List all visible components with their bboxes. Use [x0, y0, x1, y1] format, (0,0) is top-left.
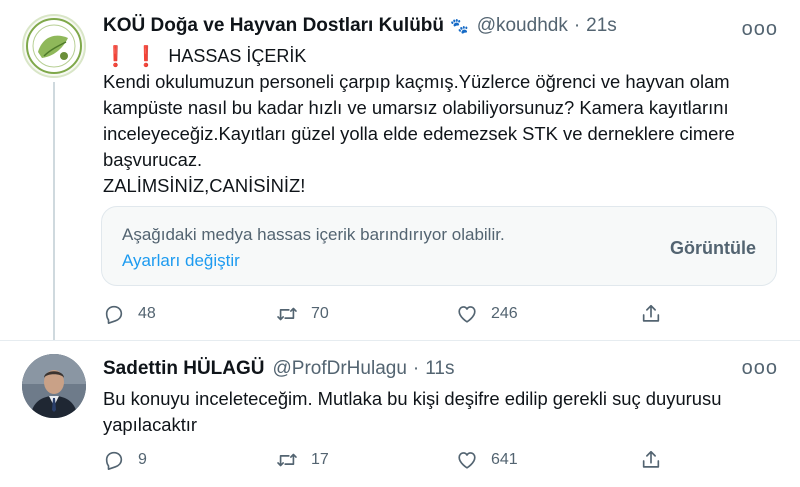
- paw-emoji: 🐾: [450, 18, 469, 35]
- retweet-count: 17: [311, 451, 329, 468]
- like-count: 641: [491, 451, 518, 468]
- tweet-header: Sadettin HÜLAGÜ @ProfDrHulagu · 11s: [103, 355, 770, 383]
- text-line: başvurucaz.: [103, 149, 203, 170]
- retweet-button[interactable]: 70: [276, 300, 329, 328]
- sensitive-warning: ❗ ❗ HASSAS İÇERİK: [103, 44, 306, 69]
- avatar[interactable]: [22, 354, 86, 418]
- reply-icon: [105, 305, 123, 324]
- retweet-button[interactable]: 17: [276, 446, 329, 474]
- heart-icon: [458, 452, 476, 469]
- text-line: yapılacaktır: [103, 414, 198, 435]
- reply-icon: [105, 451, 123, 470]
- media-warning-text: Aşağıdaki medya hassas içerik barındırıy…: [122, 225, 505, 244]
- action-bar: 48 70 246: [103, 300, 683, 328]
- more-options-icon[interactable]: ooo: [742, 18, 778, 41]
- thread-line: [53, 82, 55, 340]
- tweet[interactable]: KOÜ Doğa ve Hayvan Dostları Kulübü 🐾 @ko…: [0, 0, 800, 340]
- share-icon: [642, 304, 660, 322]
- retweet-icon: [277, 453, 297, 467]
- view-button[interactable]: Görüntüle: [670, 238, 756, 259]
- change-settings-link[interactable]: Ayarları değiştir: [122, 251, 240, 271]
- profile-photo-icon: [22, 354, 86, 418]
- user-handle[interactable]: @ProfDrHulagu: [273, 358, 407, 380]
- reply-button[interactable]: 48: [103, 300, 156, 328]
- tweet-text: Kendi okulumuzun personeli çarpıp kaçmış…: [103, 69, 783, 199]
- share-button[interactable]: [640, 300, 662, 328]
- action-bar: 9 17 641: [103, 446, 683, 474]
- share-icon: [642, 450, 660, 468]
- separator-dot: ·: [573, 15, 581, 36]
- sensitive-label: HASSAS İÇERİK: [168, 46, 307, 66]
- retweet-icon: [277, 307, 297, 321]
- display-name[interactable]: KOÜ Doğa ve Hayvan Dostları Kulübü: [103, 15, 444, 37]
- avatar[interactable]: [22, 14, 86, 78]
- reply-button[interactable]: 9: [103, 446, 147, 474]
- sensitive-media-box: Aşağıdaki medya hassas içerik barındırıy…: [101, 206, 777, 286]
- timestamp[interactable]: 21s: [586, 15, 617, 37]
- reply-tweet[interactable]: Sadettin HÜLAGÜ @ProfDrHulagu · 11s ooo …: [0, 340, 800, 487]
- user-handle[interactable]: @koudhdk: [477, 15, 568, 37]
- text-line: ZALİMSİNİZ,CANİSİNİZ!: [103, 175, 306, 196]
- more-options-icon[interactable]: ooo: [742, 357, 778, 380]
- text-line: kampüste nasıl bu kadar hızlı ve umarsız…: [103, 97, 729, 118]
- like-button[interactable]: 246: [456, 300, 518, 328]
- separator-dot: ·: [412, 358, 420, 379]
- retweet-count: 70: [311, 305, 329, 322]
- reply-count: 9: [138, 451, 147, 468]
- text-line: Bu konuyu inceleteceğim. Mutlaka bu kişi…: [103, 388, 722, 409]
- heart-icon: [458, 306, 476, 323]
- reply-count: 48: [138, 305, 156, 322]
- tweet-header: KOÜ Doğa ve Hayvan Dostları Kulübü 🐾 @ko…: [103, 12, 770, 40]
- exclamation-icon: ❗ ❗: [103, 46, 159, 68]
- share-button[interactable]: [640, 446, 662, 474]
- timestamp[interactable]: 11s: [425, 358, 454, 380]
- display-name[interactable]: Sadettin HÜLAGÜ: [103, 358, 265, 380]
- text-line: inceleyeceğiz.Kayıtları güzel yolla elde…: [103, 123, 735, 144]
- like-button[interactable]: 641: [456, 446, 518, 474]
- like-count: 246: [491, 305, 518, 322]
- club-logo-icon: [26, 18, 82, 74]
- text-line: Kendi okulumuzun personeli çarpıp kaçmış…: [103, 71, 730, 92]
- tweet-text: Bu konuyu inceleteceğim. Mutlaka bu kişi…: [103, 386, 783, 438]
